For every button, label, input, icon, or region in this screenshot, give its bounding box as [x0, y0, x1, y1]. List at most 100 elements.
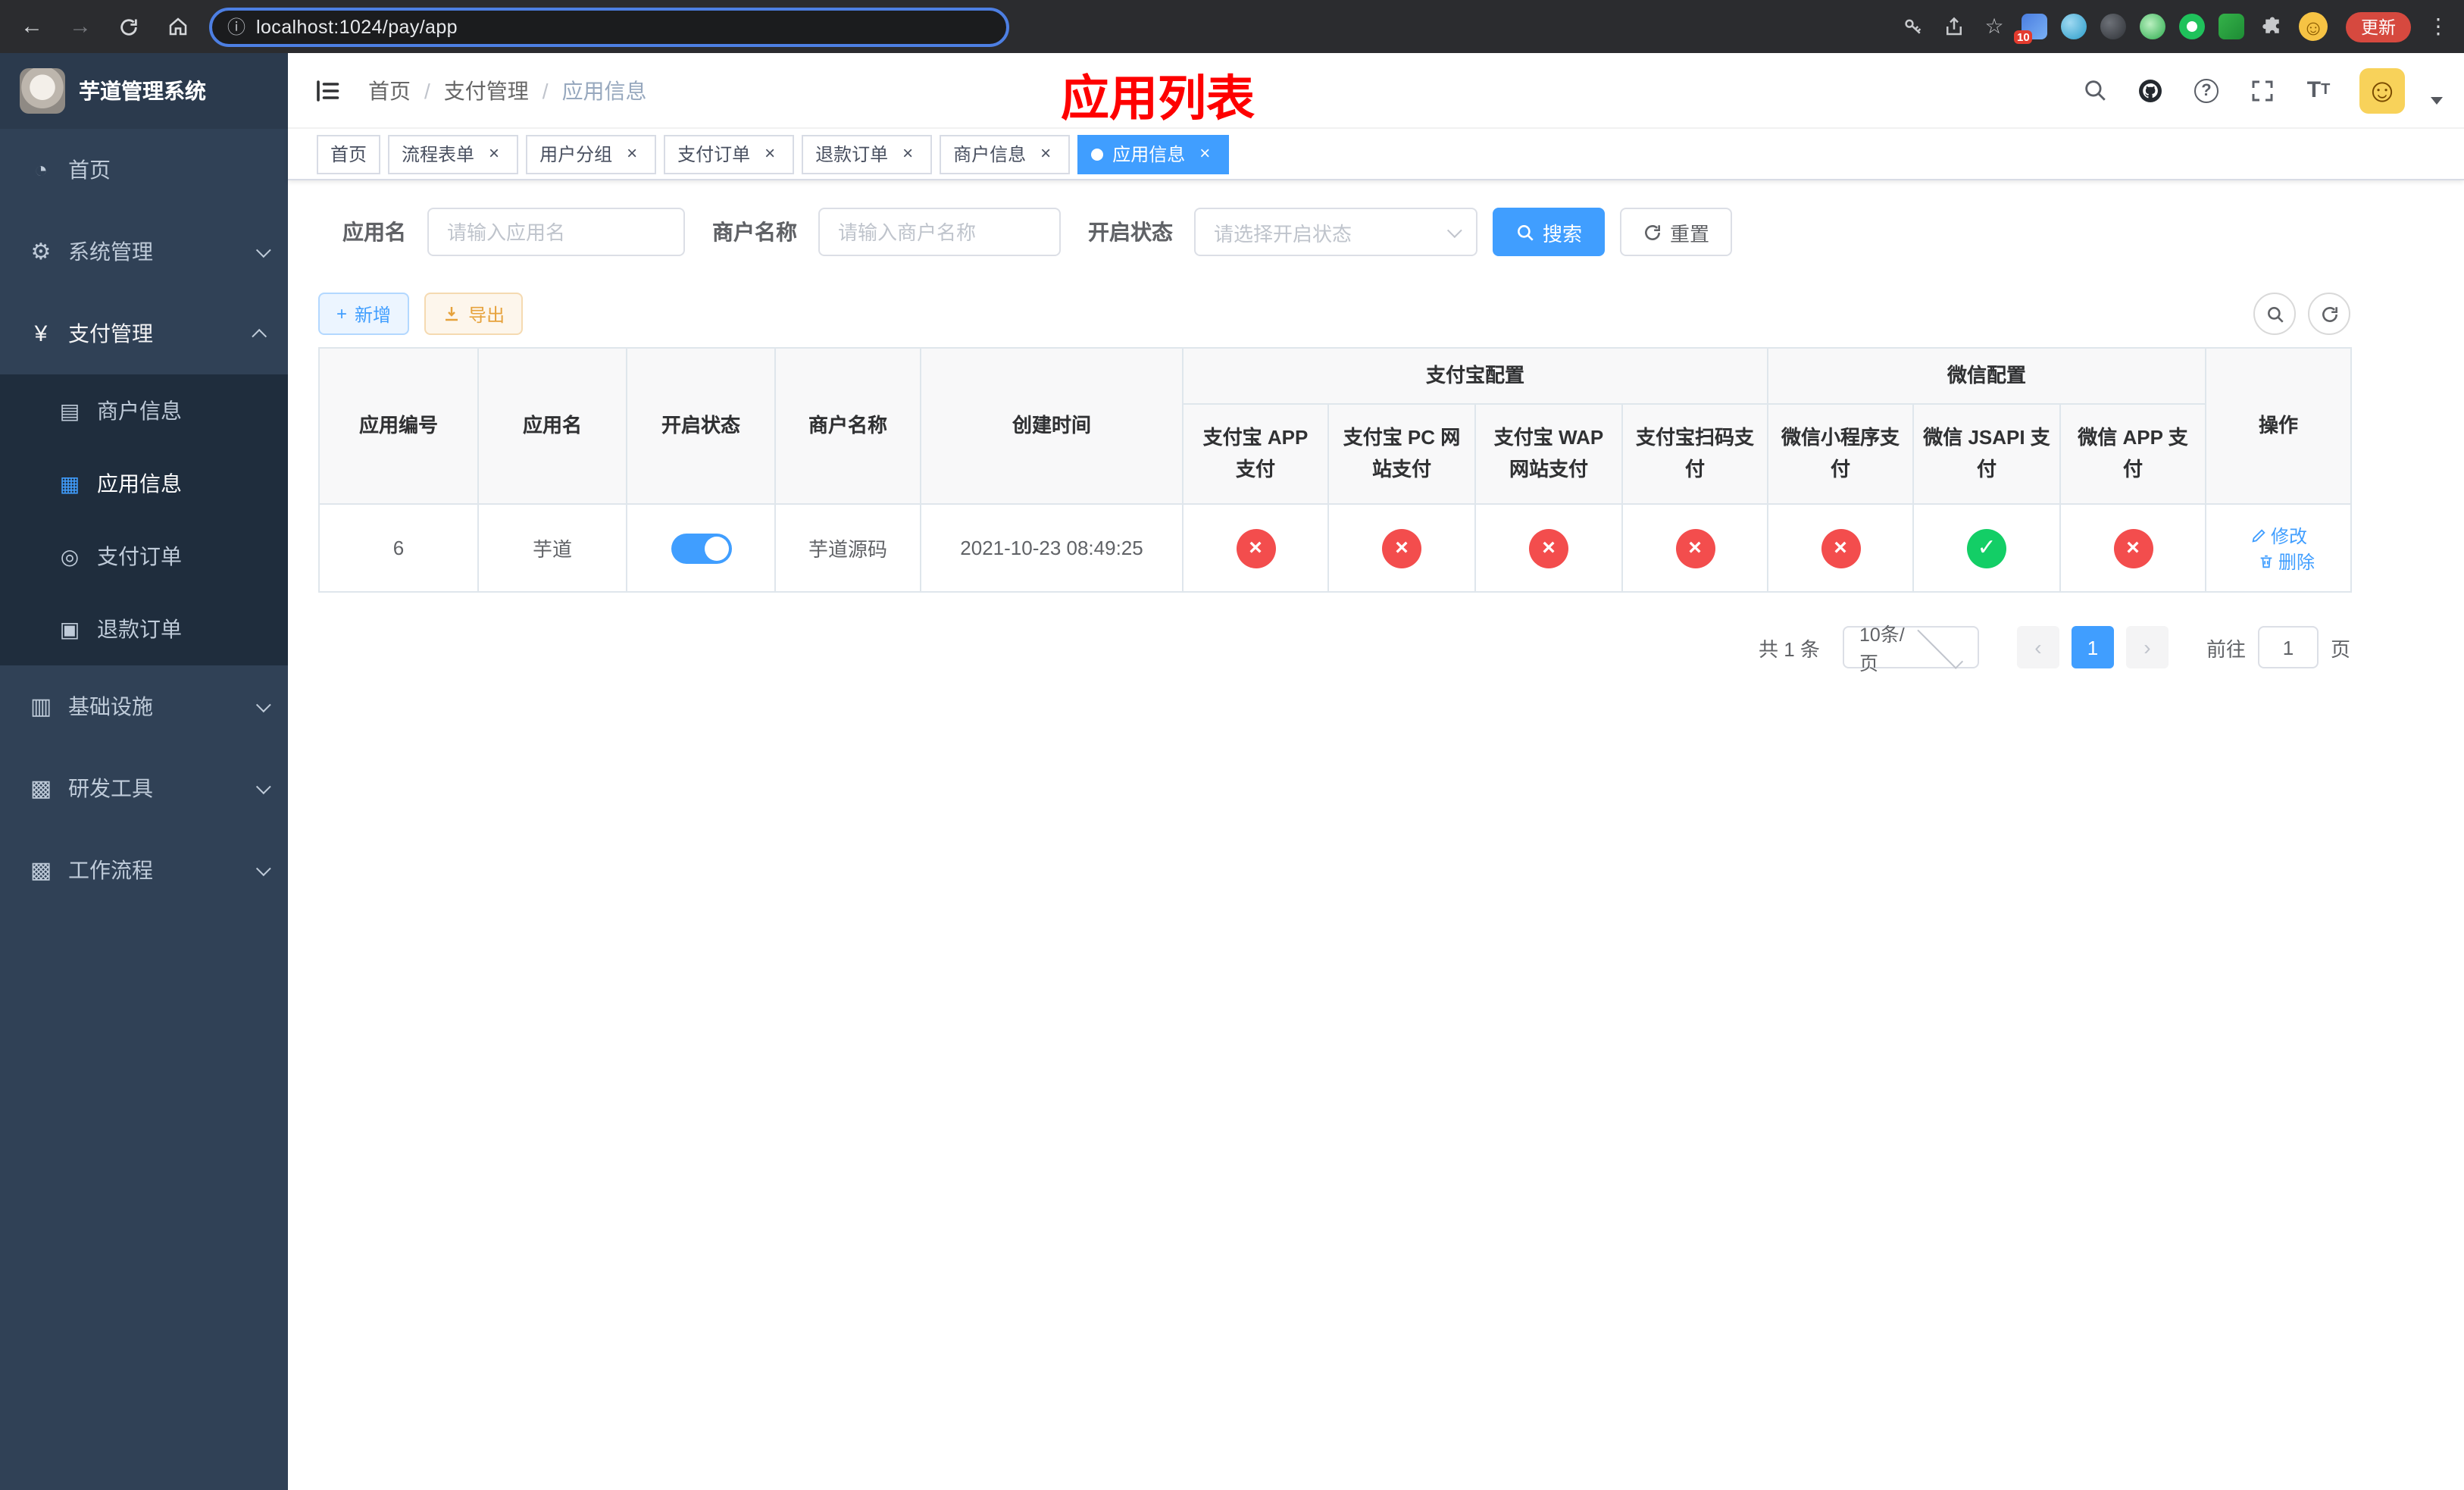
sidebar-item-workflow[interactable]: ▩ 工作流程: [0, 829, 288, 911]
share-icon[interactable]: [1940, 13, 1967, 40]
delete-button[interactable]: 删除: [2257, 548, 2315, 574]
goto-page-input[interactable]: [2257, 626, 2319, 668]
browser-update-button[interactable]: 更新: [2346, 11, 2411, 42]
browser-toolbar: ← → ⓘ localhost:1024/pay/app ☆ 10 ☺ 更新 ⋮: [0, 0, 2464, 53]
sidebar-item-infrastructure[interactable]: ▥ 基础设施: [0, 665, 288, 747]
tab-close-icon[interactable]: ×: [621, 142, 643, 164]
page-title: 应用列表: [1060, 71, 1255, 126]
next-page-button[interactable]: ›: [2125, 626, 2169, 668]
extensions-puzzle-icon[interactable]: [2258, 13, 2285, 40]
font-size-icon[interactable]: TT: [2303, 75, 2334, 105]
chevron-down-icon: [255, 242, 271, 258]
col-created: 创建时间: [920, 347, 1184, 505]
sidebar-item-payment-orders[interactable]: ◎ 支付订单: [0, 520, 288, 593]
sidebar-item-merchant-info[interactable]: ▤ 商户信息: [0, 374, 288, 447]
reset-button[interactable]: 重置: [1620, 208, 1733, 256]
breadcrumb-payment[interactable]: 支付管理: [444, 75, 529, 105]
tab-payment-orders[interactable]: 支付订单 ×: [664, 134, 795, 174]
user-avatar[interactable]: ☺: [2359, 67, 2405, 113]
chevron-down-icon: [1446, 222, 1462, 238]
app-logo-row[interactable]: 芋道管理系统: [0, 53, 288, 129]
page-size-select[interactable]: 10条/页: [1842, 622, 1979, 675]
search-icon[interactable]: [2079, 75, 2109, 105]
app-name-label: 应用名: [342, 220, 406, 244]
browser-profile-avatar[interactable]: ☺: [2299, 12, 2328, 41]
breadcrumb-current: 应用信息: [561, 78, 647, 102]
app-name-input[interactable]: [427, 208, 685, 256]
col-app-id: 应用编号: [318, 347, 479, 505]
prev-page-button[interactable]: ‹: [2016, 626, 2059, 668]
sidebar-item-system-management[interactable]: ⚙ 系统管理: [0, 211, 288, 293]
export-button[interactable]: 导出: [424, 293, 524, 335]
goto-unit: 页: [2330, 637, 2350, 660]
browser-reload-icon[interactable]: [112, 10, 145, 43]
alipay-app-status-icon: ×: [1236, 528, 1275, 568]
extension-icon[interactable]: [2219, 14, 2244, 39]
fullscreen-icon[interactable]: [2247, 75, 2278, 105]
col-group-wechat: 微信配置: [1767, 347, 2207, 405]
tab-close-icon[interactable]: ×: [759, 142, 780, 164]
sidebar-item-app-info[interactable]: ▦ 应用信息: [0, 447, 288, 520]
page-1-button[interactable]: 1: [2071, 626, 2114, 668]
extension-icon[interactable]: [2140, 14, 2165, 39]
sidebar: 芋道管理系统 ◔ 首页 ⚙ 系统管理 ¥ 支付管理 ▤ 商户信息 ▦ 应用信息 …: [0, 53, 288, 1490]
chevron-up-icon: [252, 327, 267, 343]
tab-user-group[interactable]: 用户分组 ×: [526, 134, 657, 174]
url-bar[interactable]: ⓘ localhost:1024/pay/app: [209, 7, 1009, 46]
sidebar-menu: ◔ 首页 ⚙ 系统管理 ¥ 支付管理 ▤ 商户信息 ▦ 应用信息 ◎ 支付订单 …: [0, 129, 288, 911]
merchant-name-input[interactable]: [818, 208, 1061, 256]
tab-close-icon[interactable]: ×: [1194, 142, 1215, 164]
alipay-pc-status-icon: ×: [1382, 528, 1421, 568]
extension-icon[interactable]: [2100, 14, 2126, 39]
credit-card-icon: ▤: [59, 398, 80, 422]
cell-app-id: 6: [318, 503, 479, 593]
add-button[interactable]: + 新增: [318, 293, 410, 335]
sidebar-item-refund-orders[interactable]: ▣ 退款订单: [0, 593, 288, 665]
col-app-name: 应用名: [477, 347, 627, 505]
browser-menu-icon[interactable]: ⋮: [2428, 14, 2449, 39]
tab-close-icon[interactable]: ×: [897, 142, 918, 164]
sidebar-collapse-icon[interactable]: [311, 74, 344, 107]
browser-forward-icon[interactable]: →: [64, 10, 97, 43]
sidebar-item-home[interactable]: ◔ 首页: [0, 129, 288, 211]
tab-close-icon[interactable]: ×: [1035, 142, 1056, 164]
browser-home-icon[interactable]: [161, 10, 194, 43]
extension-icon[interactable]: [2061, 14, 2087, 39]
browser-back-icon[interactable]: ←: [15, 10, 48, 43]
help-icon[interactable]: ?: [2191, 75, 2222, 105]
password-key-icon[interactable]: [1899, 13, 1926, 40]
tab-app-info[interactable]: 应用信息 ×: [1077, 134, 1230, 174]
status-toggle[interactable]: [671, 533, 731, 563]
toggle-search-button[interactable]: [2253, 293, 2296, 335]
extension-icon[interactable]: [2179, 14, 2205, 39]
sidebar-item-dev-tools[interactable]: ▩ 研发工具: [0, 747, 288, 829]
status-label: 开启状态: [1088, 220, 1173, 244]
refresh-button[interactable]: [2308, 293, 2350, 335]
tab-close-icon[interactable]: ×: [483, 142, 505, 164]
bookmark-star-icon[interactable]: ☆: [1981, 13, 2008, 40]
merchant-name-label: 商户名称: [712, 220, 797, 244]
alipay-qr-status-icon: ×: [1675, 528, 1715, 568]
table-row: 6 芋道 芋道源码 2021-10-23 08:49:25 × × × × × …: [318, 503, 2353, 593]
wechat-mini-status-icon: ×: [1821, 528, 1861, 568]
tab-process-form[interactable]: 流程表单 ×: [388, 134, 519, 174]
sidebar-item-payment-management[interactable]: ¥ 支付管理: [0, 293, 288, 374]
wechat-app-status-icon: ×: [2113, 528, 2153, 568]
avatar-caret-icon[interactable]: [2431, 97, 2443, 105]
github-icon[interactable]: [2135, 75, 2165, 105]
site-info-icon[interactable]: ⓘ: [227, 14, 245, 39]
chevron-down-icon: [255, 696, 271, 712]
app-table: 应用编号 应用名 开启状态 商户名称 创建时间 支付宝配置 微信配置 操作 支付…: [318, 347, 2353, 593]
tab-merchant-info[interactable]: 商户信息 ×: [940, 134, 1071, 174]
gear-icon: ⚙: [30, 239, 52, 265]
tab-home[interactable]: 首页: [317, 134, 381, 174]
page-content: 应用名 商户名称 开启状态 请选择开启状态: [288, 180, 2464, 1490]
breadcrumb-home[interactable]: 首页: [368, 75, 411, 105]
search-button[interactable]: 搜索: [1493, 208, 1606, 256]
edit-button[interactable]: 修改: [2250, 522, 2307, 548]
extension-icon[interactable]: 10: [2014, 14, 2047, 44]
status-select[interactable]: 请选择开启状态: [1194, 208, 1477, 256]
trash-icon: [2259, 554, 2272, 568]
tab-refund-orders[interactable]: 退款订单 ×: [802, 134, 933, 174]
tabs-bar: 首页 流程表单 × 用户分组 × 支付订单 × 退款订单 × 商户信息 × 应用…: [288, 129, 2464, 180]
